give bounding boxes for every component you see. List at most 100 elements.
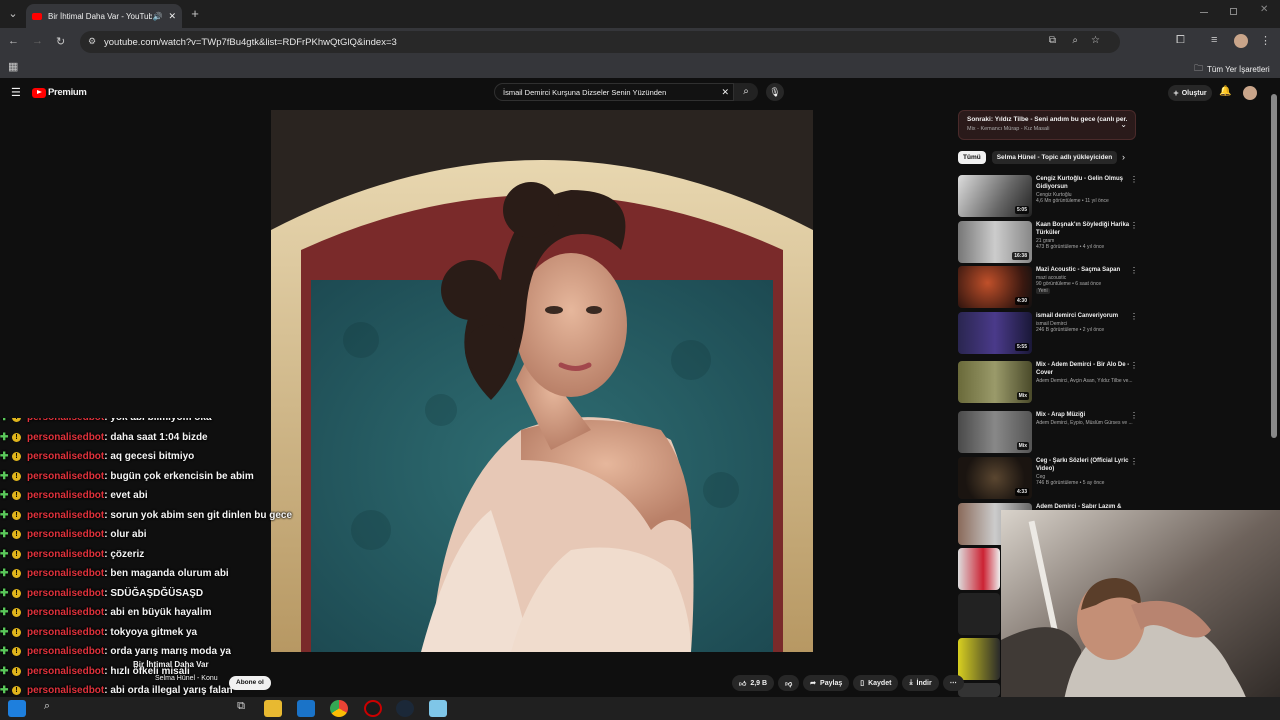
share-button[interactable]: ➦ Paylaş bbox=[803, 675, 850, 691]
recommendation-item[interactable]: Mix Mix - Adem Demirci - Bir Alo De - Co… bbox=[958, 361, 1138, 403]
close-window-icon[interactable]: ✕ bbox=[1260, 4, 1268, 15]
chat-message: ✚! personalisedbot: çözeriz bbox=[0, 545, 300, 565]
like-button[interactable]: 👍︎ 2,9 B bbox=[732, 675, 775, 691]
all-bookmarks[interactable]: 🗀 Tüm Yer İşaretleri bbox=[1194, 61, 1270, 77]
page-scrollbar[interactable] bbox=[1271, 94, 1277, 438]
chat-text: : abi en büyük hayalim bbox=[104, 607, 212, 619]
chip-all[interactable]: Tümü bbox=[958, 151, 986, 164]
recommendation-thumbnail[interactable] bbox=[958, 593, 1000, 635]
search-input[interactable]: İsmail Demirci Kurşuna Dizseler Senin Yü… bbox=[494, 83, 734, 101]
recommendation-title: Mazi Acoustic - Saçma Sapan bbox=[1036, 267, 1121, 273]
chat-text: : sorun yok abim sen git dinlen bu gece bbox=[104, 509, 293, 521]
more-options-icon[interactable]: ⋮ bbox=[1130, 266, 1138, 275]
recommendation-thumbnail: 5:55 bbox=[958, 312, 1032, 354]
chat-text: : daha saat 1:04 bizde bbox=[104, 431, 208, 443]
profile-avatar[interactable] bbox=[1234, 34, 1248, 48]
file-explorer-icon[interactable] bbox=[264, 700, 282, 717]
back-icon[interactable]: ← bbox=[8, 35, 19, 47]
webcam-image bbox=[1001, 510, 1280, 720]
chat-message: ✚! personalisedbot: SDÜĞAŞDĞÜSAŞD bbox=[0, 584, 300, 604]
recommendation-thumbnail[interactable] bbox=[958, 683, 1000, 697]
search-query-text: İsmail Demirci Kurşuna Dizseler Senin Yü… bbox=[503, 87, 667, 97]
channel-name[interactable]: Selma Hünel - Konu bbox=[155, 675, 218, 682]
chat-username: personalisedbot bbox=[27, 607, 105, 619]
recommendation-item[interactable]: 5:55 ismail demirci Canveriyorum ismail D… bbox=[958, 312, 1138, 354]
bookmark-star-icon[interactable]: ☆ bbox=[1091, 35, 1100, 46]
download-button[interactable]: ⤓ İndir bbox=[902, 675, 939, 691]
site-info-icon[interactable]: ⚙ bbox=[88, 36, 96, 47]
warning-badge-icon: ! bbox=[12, 627, 21, 637]
chip-uploader[interactable]: Selma Hünel - Topic adlı yükleyiciden bbox=[991, 151, 1118, 164]
chrome-icon[interactable] bbox=[330, 700, 348, 717]
forward-icon[interactable]: → bbox=[32, 35, 43, 47]
app-icon[interactable] bbox=[364, 700, 382, 717]
mic-icon: 🎙 bbox=[769, 87, 781, 97]
recommendation-thumbnail[interactable] bbox=[958, 638, 1000, 680]
chat-text: : tokyoya gitmek ya bbox=[104, 626, 198, 638]
moderator-badge-icon: ✚ bbox=[0, 685, 9, 697]
chevron-down-icon[interactable]: ⌄ bbox=[1120, 120, 1127, 129]
tab-search-icon[interactable]: ⌄ bbox=[6, 7, 20, 21]
save-button[interactable]: ▯ Kaydet bbox=[853, 675, 899, 691]
recommendation-item[interactable]: 4:33 Ceg - Şarkı Sözleri (Official Lyric… bbox=[958, 457, 1138, 499]
notepad-icon[interactable] bbox=[429, 700, 447, 717]
moderator-badge-icon: ✚ bbox=[0, 548, 9, 560]
dislike-button[interactable]: 👎︎ bbox=[778, 675, 800, 691]
steam-icon[interactable] bbox=[396, 700, 414, 717]
guide-menu-icon[interactable]: ☰ bbox=[11, 86, 21, 99]
start-icon[interactable] bbox=[8, 700, 26, 717]
chat-text: : yok abi bilmiyom oka bbox=[104, 418, 211, 423]
outlook-icon[interactable] bbox=[297, 700, 315, 717]
more-options-icon[interactable]: ⋮ bbox=[1130, 361, 1138, 370]
subscribe-button[interactable]: Abone ol bbox=[229, 676, 271, 690]
more-options-icon[interactable]: ⋮ bbox=[1130, 221, 1138, 230]
recommendation-item[interactable]: 5:05 Cengiz Kurtoğlu - Gelin Olmuş Gidiy… bbox=[958, 175, 1138, 217]
extensions-icon[interactable]: ⧠ bbox=[1176, 34, 1185, 47]
task-view-icon[interactable]: ⧉ bbox=[232, 700, 250, 717]
warning-badge-icon: ! bbox=[12, 510, 21, 520]
more-options-icon[interactable]: ⋮ bbox=[1130, 457, 1138, 466]
tab-audio-icon[interactable]: 🔊 bbox=[152, 12, 162, 21]
address-bar[interactable]: ⚙ youtube.com/watch?v=TWp7fBu4gtk&list=R… bbox=[80, 31, 1120, 53]
create-button[interactable]: + Oluştur bbox=[1168, 85, 1212, 101]
video-player[interactable] bbox=[271, 110, 813, 652]
folder-icon: 🗀 bbox=[1194, 63, 1204, 73]
restore-icon[interactable] bbox=[1230, 8, 1237, 15]
clear-search-icon[interactable]: ✕ bbox=[721, 87, 729, 98]
warning-badge-icon: ! bbox=[12, 666, 21, 676]
minimize-icon[interactable] bbox=[1200, 12, 1208, 13]
recommendation-thumbnail: 16:38 bbox=[958, 221, 1032, 263]
recommendation-item[interactable]: 4:30 Mazi Acoustic - Saçma Sapan mazi aco… bbox=[958, 266, 1138, 308]
apps-grid-icon[interactable]: ▦ bbox=[8, 60, 18, 73]
more-options-icon[interactable]: ⋮ bbox=[1130, 411, 1138, 420]
install-app-icon[interactable]: ⧉ bbox=[1049, 35, 1056, 46]
search-button[interactable]: ⌕ bbox=[734, 83, 758, 101]
duration-badge: 4:33 bbox=[1014, 488, 1029, 496]
notifications-icon[interactable]: 🔔 bbox=[1219, 86, 1231, 97]
browser-tab[interactable]: Bir İhtimal Daha Var - YouTube 🔊 ✕ bbox=[26, 4, 182, 28]
chat-text: : ben maganda olurum abi bbox=[104, 568, 229, 580]
reload-icon[interactable]: ↻ bbox=[56, 35, 65, 48]
recommendation-item[interactable]: Mix Mix - Arap Müziği Adem Demirci, Eypio… bbox=[958, 411, 1138, 453]
chat-text: : orda yarış marış moda ya bbox=[104, 646, 231, 658]
more-options-icon[interactable]: ⋮ bbox=[1130, 312, 1138, 321]
media-control-icon[interactable]: ≡ bbox=[1211, 34, 1217, 46]
up-next-card[interactable]: Sonraki: Yıldız Tilbe - Seni andım bu ge… bbox=[958, 110, 1136, 140]
video-actions: 👍︎ 2,9 B 👎︎ ➦ Paylaş ▯ Kaydet ⤓ İndir ⋯ bbox=[732, 675, 964, 691]
recommendation-thumbnail[interactable] bbox=[958, 548, 1000, 590]
recommendation-item[interactable]: 16:38 Kaan Boşnak'ın Söylediği Harika Tü… bbox=[958, 221, 1138, 263]
chips-next-icon[interactable]: › bbox=[1122, 152, 1125, 162]
recommendation-title: Mix - Adem Demirci - Bir Alo De - Cover bbox=[1036, 362, 1130, 376]
new-tab-icon[interactable]: + bbox=[188, 6, 202, 21]
tab-close-icon[interactable]: ✕ bbox=[168, 11, 176, 22]
search-taskbar-icon[interactable]: ⌕ bbox=[38, 700, 56, 717]
more-actions-button[interactable]: ⋯ bbox=[942, 675, 964, 691]
more-options-icon[interactable]: ⋮ bbox=[1130, 175, 1138, 184]
youtube-logo[interactable]: Premium bbox=[32, 87, 87, 98]
moderator-badge-icon: ✚ bbox=[0, 451, 9, 463]
zoom-icon[interactable]: ⌕ bbox=[1072, 35, 1078, 46]
bookmark-icon: ▯ bbox=[860, 680, 865, 687]
voice-search-button[interactable]: 🎙 bbox=[766, 83, 784, 101]
browser-menu-icon[interactable]: ⋮ bbox=[1260, 34, 1271, 47]
account-avatar[interactable] bbox=[1243, 86, 1257, 100]
